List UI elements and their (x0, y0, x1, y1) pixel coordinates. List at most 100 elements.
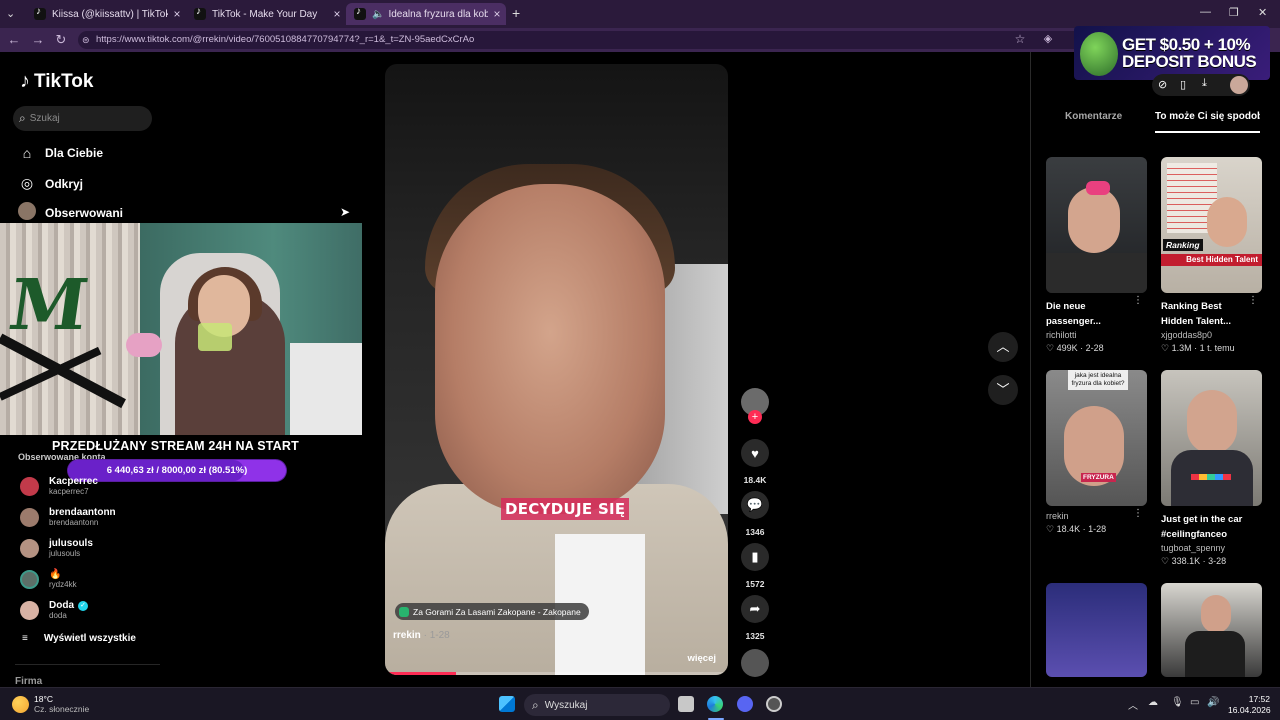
more-button[interactable]: więcej (687, 653, 716, 664)
video-player[interactable]: DECYDUJE SIĘ Za Gorami Za Lasami Zakopan… (385, 64, 728, 675)
donation-goal-bar: 6 440,63 zł / 8000,00 zł (80.51%) (68, 460, 286, 481)
tiktok-favicon-icon (34, 6, 46, 20)
weather-sun-icon[interactable] (12, 696, 29, 713)
video-progress-fill (389, 672, 456, 675)
video-progress-bar[interactable] (389, 672, 724, 675)
like-button[interactable]: ♥ 18.4K (740, 439, 770, 485)
followed-account[interactable]: brendaantonn brendaantonn (20, 507, 116, 528)
home-icon: ⌂ (22, 145, 32, 161)
chevron-up-icon: ︿ (996, 339, 1010, 354)
nav-for-you[interactable]: ⌂ Dla Ciebie (18, 145, 103, 161)
task-view-icon[interactable] (678, 696, 694, 712)
back-icon[interactable]: ← (6, 32, 22, 47)
monster-logo: M (4, 263, 94, 346)
close-tab-icon[interactable]: × (488, 7, 506, 21)
location-pin-icon (399, 606, 409, 617)
minimize-icon[interactable]: — (1200, 6, 1211, 18)
new-tab-icon[interactable]: + (512, 5, 520, 21)
microphone-icon[interactable]: 🎙 (1171, 697, 1184, 708)
start-windows-icon[interactable] (499, 696, 515, 712)
followed-account[interactable]: Kacperrec kacperrec7 (20, 476, 98, 497)
tab-comments[interactable]: Komentarze (1065, 111, 1122, 122)
phone-icon[interactable]: ▯ (1180, 78, 1186, 91)
recommended-video-card[interactable] (1161, 583, 1262, 677)
recommended-video-card[interactable]: Die neue passenger... ⋮ richilotti ♡ 499… (1046, 157, 1147, 355)
search-icon: ⌕ (532, 697, 539, 712)
tab-list-chevron-icon[interactable]: ⌄ (6, 7, 15, 20)
more-options-icon[interactable]: ⋮ (1133, 508, 1143, 519)
heart-outline-icon: ♡ (1161, 556, 1172, 566)
forward-icon[interactable]: → (30, 32, 46, 47)
taskbar-search[interactable]: ⌕ Wyszukaj (524, 694, 670, 716)
search-input[interactable]: ⌕ Szukaj (13, 106, 152, 131)
more-options-icon[interactable]: ⋮ (1248, 295, 1258, 306)
next-video-button[interactable]: ﹀ (988, 375, 1018, 405)
divider (15, 664, 160, 665)
close-tab-icon[interactable]: × (168, 7, 186, 21)
video-thumbnail (1046, 583, 1147, 677)
favorite-star-icon[interactable]: ☆ (1012, 32, 1028, 46)
close-tab-icon[interactable]: × (328, 7, 346, 21)
heart-icon: ♥ (741, 439, 769, 467)
followed-account[interactable]: julusouls julusouls (20, 538, 93, 559)
followed-account[interactable]: 🔥 rydz4kk (20, 569, 77, 590)
more-options-icon[interactable]: ⋮ (1133, 295, 1143, 306)
nav-following[interactable]: Obserwowani (18, 202, 123, 223)
browser-tab-kiissa[interactable]: Kiissa (@kiissattv) | TikTok × (26, 3, 186, 25)
pink-bow (1086, 181, 1110, 195)
active-tab-underline (1155, 131, 1260, 133)
nav-explore[interactable]: ◎ Odkryj (18, 175, 83, 192)
video-caption: DECYDUJE SIĘ (501, 498, 630, 520)
bookmark-icon: ▮ (741, 543, 769, 571)
video-author[interactable]: rrekin · 1-28 (393, 630, 450, 641)
previous-video-button[interactable]: ︿ (988, 332, 1018, 362)
followed-account[interactable]: Doda ✓ doda (20, 600, 88, 621)
video-thumbnail: Ranking Best Hidden Talent (1161, 157, 1262, 293)
tray-chevron-icon[interactable]: ︿ (1128, 697, 1138, 712)
casino-ad-banner[interactable]: GET $0.50 + 10% DEPOSIT BONUS (1074, 26, 1270, 80)
recommended-video-card[interactable]: jaka jest idealna fryzura dla kobiet? FR… (1046, 370, 1147, 536)
volume-icon[interactable]: 🔊 (1207, 697, 1219, 708)
compass-icon: ◎ (20, 175, 34, 191)
edge-browser-icon[interactable] (707, 696, 723, 712)
save-button[interactable]: ▮ 1572 (740, 543, 770, 589)
sound-disc-button[interactable] (740, 649, 770, 677)
following-avatar (18, 202, 36, 220)
recommended-video-card[interactable] (1046, 583, 1147, 677)
reload-icon[interactable]: ↻ (53, 32, 69, 48)
app-icon[interactable] (766, 696, 782, 712)
network-icon[interactable]: ▭ (1190, 697, 1199, 708)
profile-avatar[interactable] (1230, 76, 1248, 94)
comment-icon: 💬 (741, 491, 769, 519)
extension-icon[interactable]: ◈ (1040, 32, 1056, 45)
discord-icon[interactable] (737, 696, 753, 712)
clock[interactable]: 17:52 16.04.2026 (1228, 694, 1271, 716)
site-info-icon[interactable]: ⊜ (82, 31, 90, 49)
tiktok-note-icon: ♪ (20, 70, 30, 92)
download-icon[interactable]: ⤓ (1202, 77, 1207, 90)
restore-icon[interactable]: ❐ (1229, 6, 1239, 19)
tab-you-may-like[interactable]: To może Ci się spodobać (1155, 111, 1260, 122)
recommended-video-card[interactable]: Just get in the car #ceilingfanceo tugbo… (1161, 370, 1262, 568)
location-tag[interactable]: Za Gorami Za Lasami Zakopane - Zakopane (395, 603, 589, 620)
url-field[interactable]: ⊜ https://www.tiktok.com/@rrekin/video/7… (78, 31, 1098, 49)
chevron-down-icon: ﹀ (996, 382, 1010, 397)
video-thumbnail (1161, 583, 1262, 677)
speaker-icon[interactable]: 🔈 (372, 9, 384, 20)
author-avatar-button[interactable]: + (740, 388, 770, 424)
browser-tab-active[interactable]: 🔈 Idealna fryzura dla kobiet: po × (346, 3, 506, 25)
browser-tab-tiktok[interactable]: TikTok - Make Your Day × (186, 3, 346, 25)
follow-plus-icon[interactable]: + (748, 410, 762, 424)
compass-icon[interactable]: ⊘ (1158, 78, 1167, 91)
comment-button[interactable]: 💬 1346 (740, 491, 770, 537)
weather-widget[interactable]: 18°C Cz. słonecznie (34, 694, 89, 714)
share-button[interactable]: ➦ 1325 (740, 595, 770, 641)
recommended-video-card[interactable]: Ranking Best Hidden Talent Ranking Best … (1161, 157, 1262, 355)
see-all-button[interactable]: ≡ Wyświetl wszystkie (22, 633, 136, 644)
window-close-icon[interactable]: ✕ (1258, 6, 1267, 19)
company-section[interactable]: Firma (15, 676, 42, 687)
tiktok-logo[interactable]: ♪ TikTok (20, 70, 93, 93)
stream-title: PRZEDŁUŻANY STREAM 24H NA START (52, 439, 299, 453)
tiktok-favicon-icon (194, 6, 206, 20)
cloud-icon[interactable]: ☁ (1148, 697, 1158, 708)
